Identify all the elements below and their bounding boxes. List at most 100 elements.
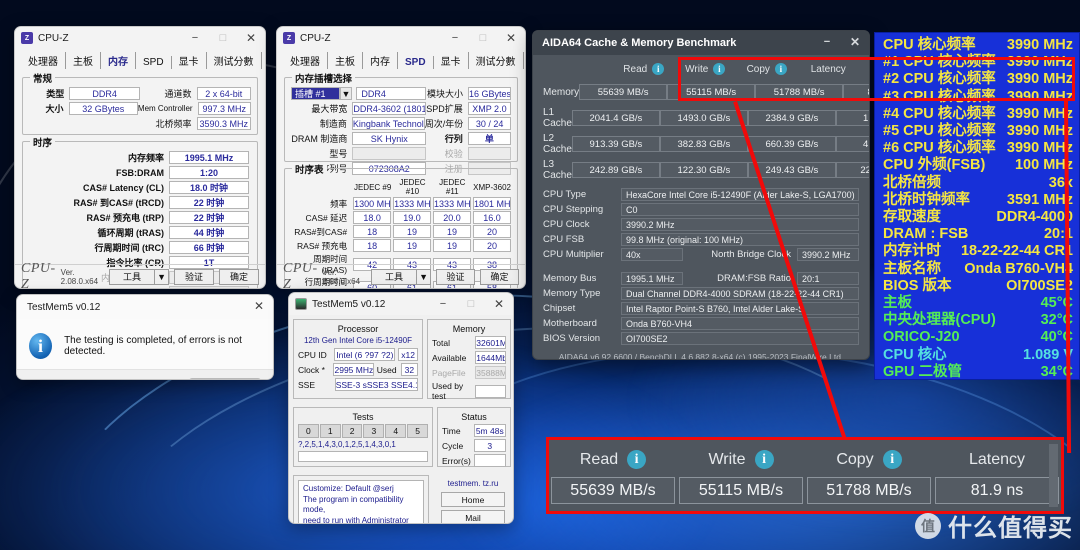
aida64-titlebar[interactable]: AIDA64 Cache & Memory Benchmark − ✕ [533, 31, 869, 55]
cpuz-spd-tab-6[interactable]: 关于 [524, 52, 525, 69]
osd-key-0: CPU 核心频率 [883, 37, 976, 53]
col-label-latency: Latency [810, 63, 846, 75]
testmem5-button-mail[interactable]: Mail [441, 510, 505, 523]
label-nb-freq: 北桥频率 [155, 119, 192, 129]
value-correction [467, 147, 511, 160]
testmem5-dialog-titlebar[interactable]: TestMem5 v0.12 ✕ [17, 295, 273, 319]
ok-button[interactable]: 确定 [189, 378, 261, 379]
benchmark-row-label-3: L3 Cache [543, 159, 572, 181]
info-icon[interactable]: i [652, 63, 665, 75]
cpuz-spd-tab-3[interactable]: SPD [398, 56, 434, 69]
aida64-window[interactable]: AIDA64 Cache & Memory Benchmark − ✕ Read… [532, 30, 870, 360]
osd-line-7: CPU 外频(FSB) 100 MHz [883, 157, 1073, 174]
tools-button[interactable]: 工具 [109, 268, 156, 285]
testmem5-titlebar[interactable]: TestMem5 v0.12 − □ ✕ [289, 293, 513, 315]
info-icon[interactable]: i [882, 450, 902, 469]
col-label-read: Read [623, 63, 648, 75]
close-icon[interactable]: ✕ [245, 295, 273, 317]
info-icon[interactable]: i [774, 63, 787, 75]
close-button[interactable]: ✕ [485, 293, 513, 315]
cpuz-icon: Z [21, 32, 33, 44]
slot-select-arrow[interactable]: ▼ [339, 87, 353, 100]
cpuz-memory-titlebar[interactable]: Z CPU-Z − □ ✕ [15, 27, 265, 49]
group-legend-timing-table: 时序表 [292, 162, 327, 176]
osd-key-16: 中央处理器(CPU) [883, 312, 996, 329]
sysinfo2-key-3: Motherboard [543, 318, 597, 329]
callout-label-copy: Copy [836, 450, 874, 468]
cpuz-version: Ver. 2.08.0.x64 [60, 267, 99, 286]
osd-line-2: #2 CPU 核心频率 3990 MHz [883, 71, 1073, 88]
testmem5-dialog[interactable]: TestMem5 v0.12 ✕ i The testing is comple… [16, 294, 274, 380]
osd-value-7: 100 MHz [1014, 157, 1073, 174]
cpuz-memory-tab-4[interactable]: 显卡 [172, 52, 207, 69]
sysinfo-value-4: 40x [621, 248, 683, 261]
cpuz-memory-tab-5[interactable]: 测试分數 [207, 52, 262, 69]
benchmark-read-3: 242.89 GB/s [571, 162, 660, 178]
cpuz-memory-tab-6[interactable]: 关于 [262, 52, 265, 69]
cpuz-logo: CPU-Z [21, 260, 56, 289]
validate-button[interactable]: 验证 [174, 268, 215, 285]
osd-line-1: #1 CPU 核心频率 3990 MHz [883, 54, 1073, 71]
ok-button[interactable]: 确定 [480, 268, 519, 285]
testmem5-button-home[interactable]: Home [441, 492, 505, 507]
close-button[interactable]: ✕ [841, 31, 869, 53]
cpuz-spd-tab-0[interactable]: 处理器 [283, 52, 328, 69]
close-button[interactable]: ✕ [497, 27, 525, 49]
cpuz-spd-tab-5[interactable]: 测试分數 [469, 52, 524, 69]
timing-value-4: 22 时钟 [169, 211, 249, 224]
cpuz-memory-tabs[interactable]: 处理器主板内存SPD显卡测试分數关于 [15, 49, 265, 71]
minimize-button[interactable]: − [813, 31, 841, 53]
cpuz-memory-window[interactable]: Z CPU-Z − □ ✕ 处理器主板内存SPD显卡测试分數关于 常规 类型 D… [14, 26, 266, 289]
maximize-button[interactable]: □ [457, 293, 485, 315]
spd-row: CAS# 延迟 18.0 19.0 20.0 16.0 [291, 211, 511, 224]
memory-caption: Memory [452, 324, 486, 334]
maximize-button[interactable]: □ [469, 27, 497, 49]
minimize-button[interactable]: − [429, 293, 457, 315]
close-button[interactable]: ✕ [237, 27, 265, 49]
benchmark-copy-2: 660.39 GB/s [747, 136, 836, 152]
tools-dropdown-button[interactable]: ▼ [417, 268, 432, 285]
ok-button[interactable]: 确定 [219, 268, 259, 285]
cpuz-spd-tabs[interactable]: 处理器主板内存SPD显卡测试分數关于 [277, 49, 525, 71]
cpuz-spd-tab-2[interactable]: 内存 [363, 52, 398, 69]
osd-value-9: 3591 MHz [1006, 191, 1073, 208]
cpuz-spd-window[interactable]: Z CPU-Z − □ ✕ 处理器主板内存SPD显卡测试分數关于 内存插槽选择 … [276, 26, 526, 289]
osd-line-16: 中央处理器(CPU) 32°C [883, 312, 1073, 329]
cpuz-spd-titlebar[interactable]: Z CPU-Z − □ ✕ [277, 27, 525, 49]
value-dram-maker: SK Hynix [352, 132, 427, 145]
cpuz-spd-tab-4[interactable]: 显卡 [434, 52, 469, 69]
osd-line-5: #5 CPU 核心频率 3990 MHz [883, 123, 1073, 140]
testmem5-window[interactable]: TestMem5 v0.12 − □ ✕ Processor 12th Gen … [288, 292, 514, 524]
timing-row: RAS# 预充电 (tRP) 22 时钟 [29, 211, 251, 224]
benchmark-read-0: 55639 MB/s [579, 84, 668, 100]
callout-label-read: Read [579, 450, 619, 468]
info-icon[interactable]: i [627, 450, 647, 469]
osd-key-11: DRAM : FSB [883, 226, 969, 243]
cpuz-spd-tab-1[interactable]: 主板 [328, 52, 363, 69]
info-icon[interactable]: i [754, 450, 774, 469]
cpuz-memory-tab-0[interactable]: 处理器 [21, 52, 66, 69]
osd-line-6: #6 CPU 核心频率 3990 MHz [883, 140, 1073, 157]
osd-line-14: BIOS 版本 OI700SE2 [883, 278, 1073, 295]
cpuz-memory-tab-2[interactable]: 内存 [101, 52, 136, 69]
cpuz-memory-tab-1[interactable]: 主板 [66, 52, 101, 69]
value-channels: 2 x 64-bit [196, 87, 251, 100]
osd-key-12: 内存计时 [883, 243, 941, 260]
slot-select-value[interactable]: 插槽 #1 [291, 87, 340, 100]
info-icon[interactable]: i [713, 63, 726, 75]
tools-button[interactable]: 工具 [371, 268, 418, 285]
value-used-by-test [475, 384, 506, 398]
minimize-button[interactable]: − [441, 27, 469, 49]
north-bridge-clock-label: North Bridge Clock [711, 249, 791, 260]
tools-dropdown-button[interactable]: ▼ [155, 268, 170, 285]
cpuz-memory-tab-3[interactable]: SPD [136, 56, 172, 69]
maximize-button[interactable]: □ [209, 27, 237, 49]
minimize-button[interactable]: − [181, 27, 209, 49]
site-label: testmem. tz.ru [447, 479, 499, 488]
validate-button[interactable]: 验证 [436, 268, 476, 285]
callout-col-read: Read i [549, 450, 677, 469]
label-available: Available [432, 352, 467, 363]
testmem5-dialog-title: TestMem5 v0.12 [27, 301, 101, 313]
osd-key-10: 存取速度 [883, 209, 941, 226]
callout-scrollbar[interactable] [1049, 444, 1058, 507]
